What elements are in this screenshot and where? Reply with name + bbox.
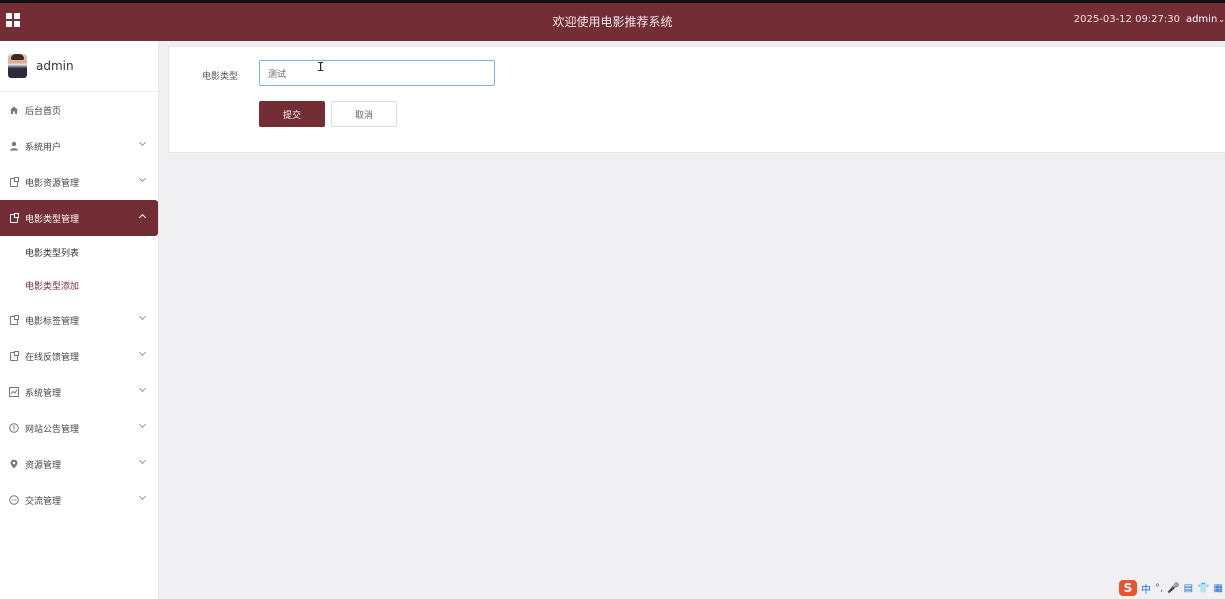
sidebar-item-communication[interactable]: 交流管理 — [0, 482, 158, 518]
sidebar-item-label: 电影标签管理 — [25, 316, 80, 327]
ime-punctuation-icon[interactable]: °, — [1155, 583, 1163, 594]
sidebar-item-home[interactable]: 后台首页 — [0, 92, 158, 128]
ime-keyboard-icon[interactable]: ▤ — [1184, 583, 1193, 594]
user-icon — [9, 141, 19, 151]
sidebar-item-movie-types[interactable]: 电影类型管理 — [0, 200, 158, 236]
ime-mic-icon[interactable]: 🎤 — [1167, 583, 1179, 594]
ime-skin-icon[interactable]: 👕 — [1197, 583, 1209, 594]
sidebar-item-movie-resources[interactable]: 电影资源管理 — [0, 164, 158, 200]
chevron-down-icon — [138, 384, 147, 393]
home-icon — [9, 105, 19, 115]
sidebar-item-label: 在线反馈管理 — [25, 352, 80, 363]
info-icon — [9, 423, 19, 433]
chevron-down-icon — [138, 456, 147, 465]
sidebar-item-label: 交流管理 — [25, 496, 62, 507]
sidebar-item-label: 后台首页 — [25, 106, 62, 117]
movie-type-label: 电影类型 — [202, 72, 239, 82]
ime-logo-icon[interactable]: S — [1119, 580, 1137, 596]
chevron-down-icon — [138, 420, 147, 429]
doc-icon — [9, 314, 19, 325]
sidebar-item-resources[interactable]: 资源管理 — [0, 446, 158, 482]
sidebar-item-label: 系统用户 — [25, 142, 62, 153]
chevron-down-icon — [138, 492, 147, 501]
page-title: 欢迎使用电影推荐系统 — [552, 15, 673, 29]
sidebar-subitem-type-list[interactable]: 电影类型列表 — [0, 236, 158, 269]
form-panel: 电影类型 提交 取消 — [168, 46, 1225, 153]
doc-icon — [9, 176, 19, 187]
chevron-down-icon — [138, 348, 147, 357]
chevron-up-icon — [138, 213, 147, 222]
sidebar-item-label: 网站公告管理 — [25, 424, 80, 435]
movie-type-input[interactable] — [259, 60, 495, 86]
avatar — [8, 54, 27, 78]
sidebar-menu: 后台首页 系统用户 电影资源管理 电影类型管理 电影类型列表 电影类型添加 电影… — [0, 92, 158, 518]
sidebar-item-announcements[interactable]: 网站公告管理 — [0, 410, 158, 446]
sidebar-subitem-label: 电影类型列表 — [25, 249, 80, 259]
sidebar-item-label: 系统管理 — [25, 388, 62, 399]
doc-icon — [9, 350, 19, 361]
header-datetime: 2025-03-12 09:27:30 — [1073, 14, 1180, 25]
text-cursor-icon: I — [317, 60, 325, 74]
chevron-down-icon — [138, 312, 147, 321]
sidebar-item-label: 电影类型管理 — [25, 214, 80, 225]
sidebar-item-label: 电影资源管理 — [25, 178, 80, 189]
sidebar-item-system-management[interactable]: 系统管理 — [0, 374, 158, 410]
sidebar: admin 后台首页 系统用户 电影资源管理 电影类型管理 电影类型列表 电影类… — [0, 41, 159, 599]
chat-icon — [9, 495, 19, 505]
ime-chinese-mode[interactable]: 中 — [1141, 581, 1151, 596]
cancel-button[interactable]: 取消 — [331, 101, 397, 127]
ime-apps-icon[interactable]: ▦ — [1214, 583, 1223, 594]
chart-icon — [9, 387, 19, 397]
top-header-bar: 欢迎使用电影推荐系统 2025-03-12 09:27:30 admin ⌄ — [0, 0, 1225, 41]
pin-icon — [9, 459, 19, 469]
chevron-down-icon — [138, 174, 147, 183]
user-menu[interactable]: admin ⌄ — [1186, 14, 1225, 25]
ime-toolbar[interactable]: S 中 °, 🎤 ▤ 👕 ▦ — [1119, 579, 1223, 597]
sidebar-item-feedback[interactable]: 在线反馈管理 — [0, 338, 158, 374]
doc-icon — [9, 212, 19, 223]
sidebar-profile: admin — [0, 41, 158, 92]
submit-button[interactable]: 提交 — [259, 101, 325, 127]
sidebar-subitem-type-add[interactable]: 电影类型添加 — [0, 269, 158, 302]
sidebar-item-label: 资源管理 — [25, 460, 62, 471]
chevron-down-icon: ⌄ — [1218, 15, 1225, 24]
sidebar-item-system-users[interactable]: 系统用户 — [0, 128, 158, 164]
chevron-down-icon — [138, 138, 147, 147]
sidebar-subitem-label: 电影类型添加 — [25, 282, 80, 292]
user-menu-name: admin — [1185, 14, 1218, 25]
profile-name: admin — [36, 59, 74, 73]
sidebar-item-movie-tags[interactable]: 电影标签管理 — [0, 302, 158, 338]
